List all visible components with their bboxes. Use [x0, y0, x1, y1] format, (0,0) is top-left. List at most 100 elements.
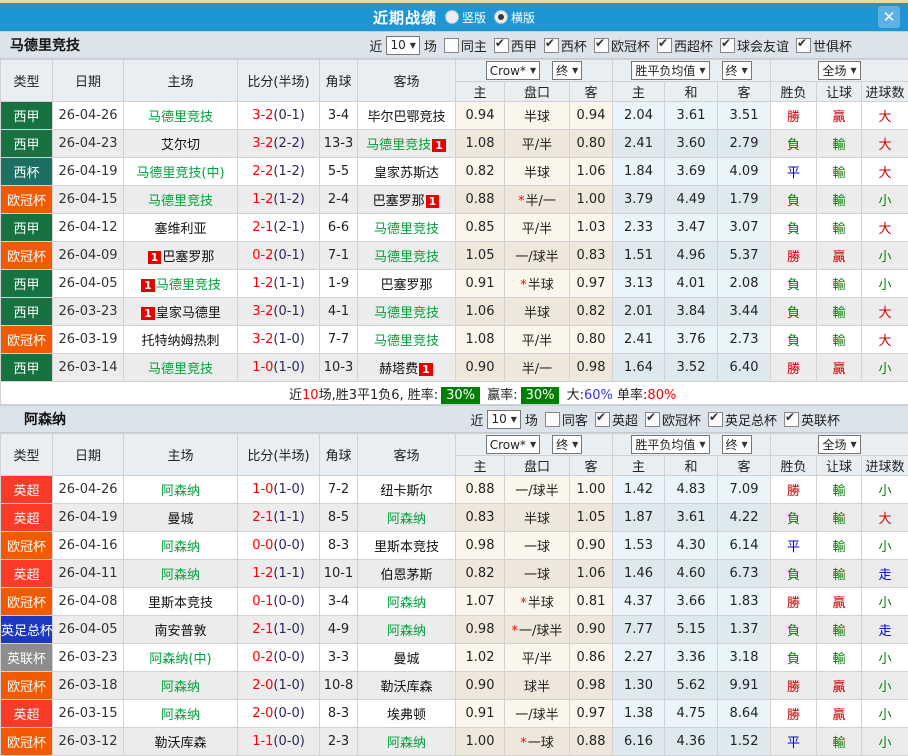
- same-venue-checkbox[interactable]: [545, 412, 560, 427]
- bookmaker-select[interactable]: Crow*: [486, 61, 540, 80]
- home-team[interactable]: 勒沃库森: [124, 728, 238, 756]
- avg-odds-group: 胜平负均值终: [613, 434, 771, 456]
- euro-away-odds: 6.40: [718, 354, 771, 382]
- away-team[interactable]: 阿森纳: [358, 728, 456, 756]
- euro-draw-odds: 3.60: [665, 130, 718, 158]
- away-team[interactable]: 阿森纳: [358, 616, 456, 644]
- away-team[interactable]: 马德里竞技: [358, 298, 456, 326]
- euro-away-odds: 4.09: [718, 158, 771, 186]
- crown-away-odds: 0.80: [570, 130, 613, 158]
- home-team[interactable]: 阿森纳: [124, 700, 238, 728]
- euro-home-odds: 2.01: [613, 298, 665, 326]
- away-team[interactable]: 赫塔费1: [358, 354, 456, 382]
- home-team[interactable]: 阿森纳: [124, 672, 238, 700]
- avg-odds-select[interactable]: 胜平负均值: [631, 61, 709, 80]
- away-team[interactable]: 马德里竞技: [358, 326, 456, 354]
- bookmaker-select[interactable]: Crow*: [486, 435, 540, 454]
- away-team[interactable]: 曼城: [358, 644, 456, 672]
- away-team[interactable]: 马德里竞技: [358, 242, 456, 270]
- euro-draw-odds: 3.52: [665, 354, 718, 382]
- red-card-badge: 1: [432, 139, 446, 152]
- final-odds-select[interactable]: 终: [552, 61, 582, 80]
- home-team[interactable]: 曼城: [124, 504, 238, 532]
- match-date: 26-03-19: [53, 326, 124, 354]
- league-filter-checkbox[interactable]: [720, 38, 735, 53]
- home-team[interactable]: 阿森纳: [124, 476, 238, 504]
- vertical-layout-radio[interactable]: [445, 10, 459, 24]
- home-team[interactable]: 1巴塞罗那: [124, 242, 238, 270]
- avg-odds-select[interactable]: 胜平负均值: [631, 435, 709, 454]
- home-team[interactable]: 托特纳姆热刺: [124, 326, 238, 354]
- home-team[interactable]: 马德里竞技: [124, 354, 238, 382]
- close-icon[interactable]: [878, 6, 900, 28]
- summary-text: 近: [289, 388, 302, 403]
- league-badge: 西杯: [1, 158, 53, 186]
- home-team[interactable]: 1马德里竞技: [124, 270, 238, 298]
- final-avg-select[interactable]: 终: [722, 61, 752, 80]
- result-goals: 小: [862, 588, 908, 616]
- away-team[interactable]: 马德里竞技: [358, 214, 456, 242]
- result-handicap: 輸: [817, 476, 862, 504]
- league-filter-checkbox[interactable]: [784, 412, 799, 427]
- final-avg-select[interactable]: 终: [722, 435, 752, 454]
- games-count-select[interactable]: 10: [487, 410, 520, 429]
- away-team[interactable]: 里斯本竞技: [358, 532, 456, 560]
- league-filter-checkbox[interactable]: [494, 38, 509, 53]
- euro-draw-odds: 3.76: [665, 326, 718, 354]
- league-filter-checkbox[interactable]: [708, 412, 723, 427]
- match-score: 0-2(0-0): [238, 644, 320, 672]
- result-wdl: 負: [771, 186, 817, 214]
- red-card-badge: 1: [419, 363, 433, 376]
- away-team[interactable]: 阿森纳: [358, 504, 456, 532]
- euro-home-odds: 1.38: [613, 700, 665, 728]
- col-crown-handicap: 盘口: [505, 456, 570, 476]
- match-date: 26-04-09: [53, 242, 124, 270]
- match-score: 2-0(0-0): [238, 700, 320, 728]
- match-date: 26-03-23: [53, 644, 124, 672]
- away-team[interactable]: 皇家苏斯达: [358, 158, 456, 186]
- league-filter-checkbox[interactable]: [594, 38, 609, 53]
- home-team[interactable]: 艾尔切: [124, 130, 238, 158]
- home-team[interactable]: 1皇家马德里: [124, 298, 238, 326]
- match-row: 欧冠杯 26-03-12 勒沃库森 1-1(0-0) 2-3 阿森纳 1.00 …: [1, 728, 908, 756]
- away-team[interactable]: 马德里竞技1: [358, 130, 456, 158]
- away-team[interactable]: 勒沃库森: [358, 672, 456, 700]
- away-team[interactable]: 伯恩茅斯: [358, 560, 456, 588]
- away-team[interactable]: 巴塞罗那: [358, 270, 456, 298]
- home-team[interactable]: 马德里竞技(中): [124, 158, 238, 186]
- away-team[interactable]: 阿森纳: [358, 588, 456, 616]
- horizontal-layout-radio[interactable]: [494, 10, 508, 24]
- summary-text: 60%: [584, 388, 613, 403]
- scope-select[interactable]: 全场: [818, 435, 860, 454]
- league-filter-checkbox[interactable]: [544, 38, 559, 53]
- league-badge: 英联杯: [1, 644, 53, 672]
- match-date: 26-03-14: [53, 354, 124, 382]
- league-badge: 西甲: [1, 354, 53, 382]
- home-team[interactable]: 马德里竞技: [124, 186, 238, 214]
- away-team[interactable]: 巴塞罗那1: [358, 186, 456, 214]
- home-team[interactable]: 南安普敦: [124, 616, 238, 644]
- col-res-wdl: 胜负: [771, 456, 817, 476]
- league-filter-checkbox[interactable]: [595, 412, 610, 427]
- match-row: 英超 26-04-19 曼城 2-1(1-1) 8-5 阿森纳 0.83 半球 …: [1, 504, 908, 532]
- result-handicap: 輸: [817, 504, 862, 532]
- result-wdl: 勝: [771, 242, 817, 270]
- league-filter-checkbox[interactable]: [645, 412, 660, 427]
- away-team[interactable]: 纽卡斯尔: [358, 476, 456, 504]
- away-team[interactable]: 埃弗顿: [358, 700, 456, 728]
- home-team[interactable]: 塞维利亚: [124, 214, 238, 242]
- home-team[interactable]: 马德里竞技: [124, 102, 238, 130]
- home-team[interactable]: 阿森纳: [124, 532, 238, 560]
- same-venue-checkbox[interactable]: [444, 38, 459, 53]
- games-count-select[interactable]: 10: [386, 36, 419, 55]
- home-team[interactable]: 阿森纳: [124, 560, 238, 588]
- league-filter-checkbox[interactable]: [796, 38, 811, 53]
- final-odds-select[interactable]: 终: [552, 435, 582, 454]
- home-team[interactable]: 里斯本竞技: [124, 588, 238, 616]
- away-team[interactable]: 毕尔巴鄂竞技: [358, 102, 456, 130]
- league-filter-checkbox[interactable]: [657, 38, 672, 53]
- home-team[interactable]: 阿森纳(中): [124, 644, 238, 672]
- scope-select[interactable]: 全场: [818, 61, 860, 80]
- crown-away-odds: 1.06: [570, 158, 613, 186]
- result-handicap: 贏: [817, 102, 862, 130]
